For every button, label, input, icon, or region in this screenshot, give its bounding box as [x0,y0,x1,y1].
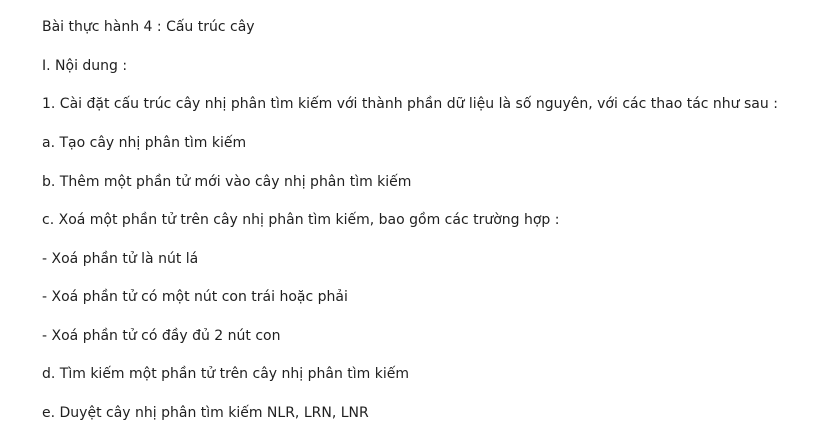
list-item-insert: b. Thêm một phần tử mới vào cây nhị phân… [42,174,412,190]
list-item-delete-leaf: - Xoá phần tử là nút lá [42,251,199,267]
list-item-delete-one-child: - Xoá phần tử có một nút con trái hoặc p… [42,289,348,305]
document-title: Bài thực hành 4 : Cấu trúc cây [42,19,255,35]
list-item-delete-two-children: - Xoá phần tử có đầy đủ 2 nút con [42,328,281,344]
list-item-traverse: e. Duyệt cây nhị phân tìm kiếm NLR, LRN,… [42,405,369,421]
list-item-delete: c. Xoá một phần tử trên cây nhị phân tìm… [42,212,560,228]
section-heading: I. Nội dung : [42,58,128,74]
list-item-create-tree: a. Tạo cây nhị phân tìm kiếm [42,135,247,151]
list-item-search: d. Tìm kiếm một phần tử trên cây nhị phâ… [42,366,409,382]
task-description: 1. Cài đặt cấu trúc cây nhị phân tìm kiế… [42,96,778,112]
